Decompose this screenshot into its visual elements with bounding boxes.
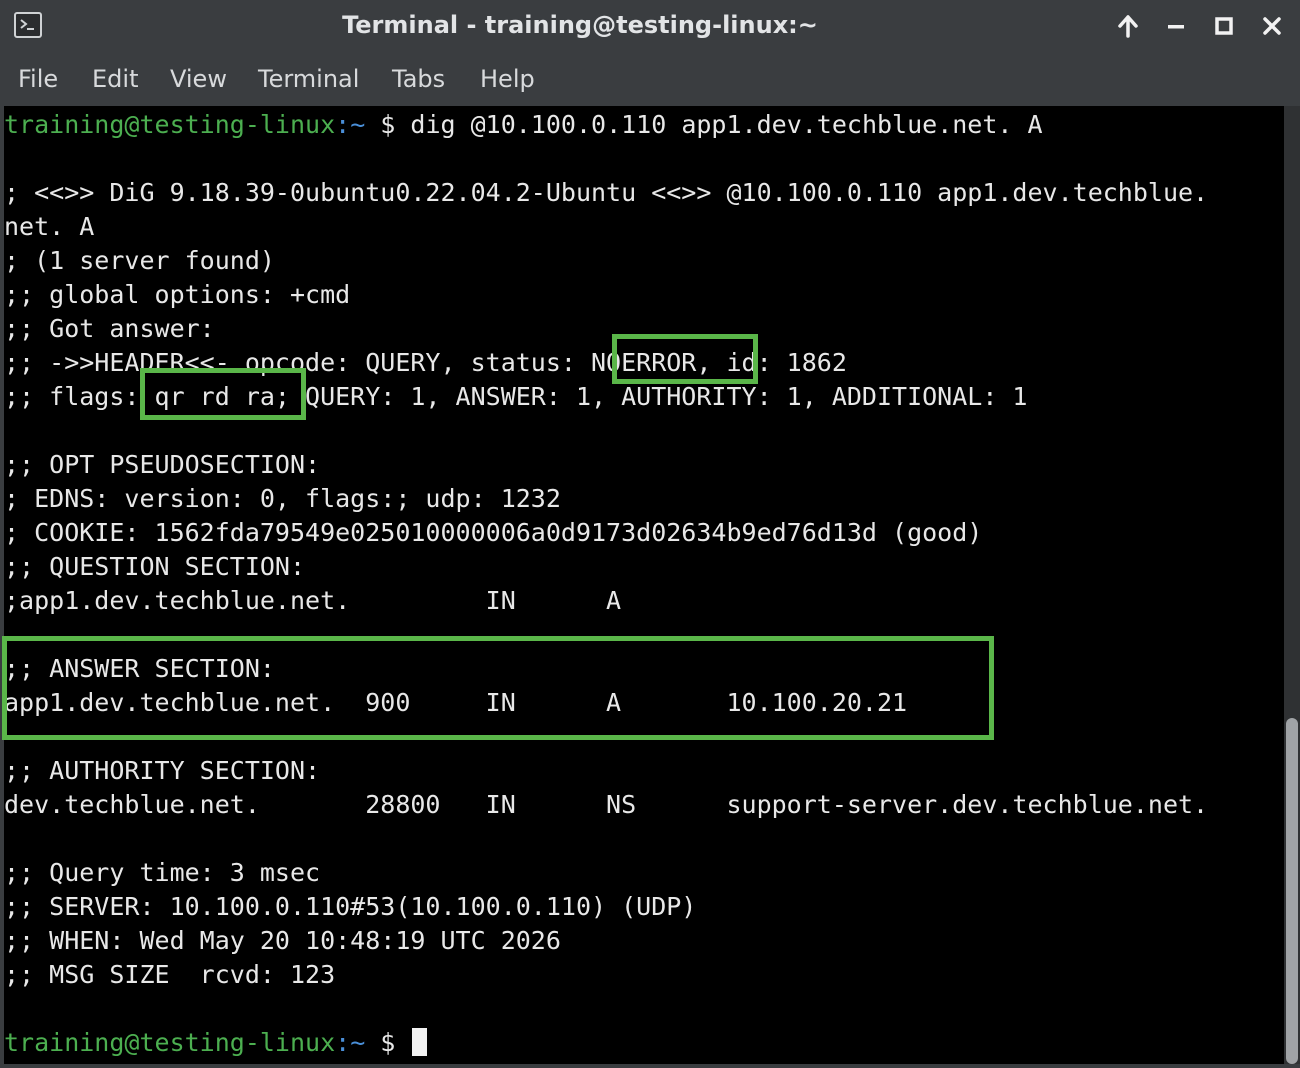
output-line: ;; Got answer: — [4, 314, 215, 343]
output-line: ;; MSG SIZE rcvd: 123 — [4, 960, 336, 989]
menu-view[interactable]: View — [170, 52, 227, 106]
output-line: ;; Query time: 3 msec — [4, 858, 321, 887]
output-line: ;; SERVER: 10.100.0.110#53(10.100.0.110)… — [4, 892, 697, 921]
window-title: Terminal - training@testing-linux:~ — [342, 11, 818, 39]
prompt-symbol: $ — [365, 110, 411, 139]
output-line: ; (1 server found) — [4, 246, 275, 275]
scrollbar[interactable] — [1284, 106, 1300, 1064]
output-line: ; EDNS: version: 0, flags:; udp: 1232 — [4, 484, 561, 513]
terminal-output[interactable]: training@testing-linux:~ $ dig @10.100.0… — [4, 106, 1284, 1064]
maximize-icon[interactable] — [1210, 12, 1238, 40]
menu-bar: File Edit View Terminal Tabs Help — [0, 52, 1300, 106]
highlight-flags — [140, 368, 306, 420]
text-cursor — [412, 1028, 428, 1056]
output-line: net. A — [4, 212, 95, 241]
arrow-up-icon[interactable] — [1114, 12, 1142, 40]
menu-file[interactable]: File — [18, 52, 58, 106]
menu-tabs[interactable]: Tabs — [392, 52, 445, 106]
prompt-line[interactable]: training@testing-linux:~ $ — [4, 1026, 428, 1060]
title-bar[interactable]: Terminal - training@testing-linux:~ — [0, 0, 1300, 52]
minimize-icon[interactable] — [1162, 12, 1190, 40]
scrollbar-thumb[interactable] — [1286, 718, 1298, 1064]
prompt-user-host: training@testing-linux — [4, 1028, 336, 1057]
output-line: ;; WHEN: Wed May 20 10:48:19 UTC 2026 — [4, 926, 561, 955]
output-line: dev.techblue.net. 28800 IN NS support-se… — [4, 790, 1209, 819]
output-line: ;; global options: +cmd — [4, 280, 351, 309]
prompt-user-host: training@testing-linux — [4, 110, 336, 139]
menu-terminal[interactable]: Terminal — [258, 52, 359, 106]
prompt-path: :~ — [335, 1028, 366, 1057]
output-line: ;; AUTHORITY SECTION: — [4, 756, 321, 785]
menu-edit[interactable]: Edit — [92, 52, 138, 106]
highlight-status-noerror — [612, 334, 758, 384]
menu-help[interactable]: Help — [480, 52, 535, 106]
output-line: ; <<>> DiG 9.18.39-0ubuntu0.22.04.2-Ubun… — [4, 178, 1209, 207]
prompt-path: :~ — [335, 110, 366, 139]
output-line: ; COOKIE: 1562fda79549e025010000006a0d91… — [4, 518, 983, 547]
prompt-symbol: $ — [365, 1028, 411, 1057]
terminal-window: Terminal - training@testing-linux:~ File… — [0, 0, 1300, 1068]
command-text: dig @10.100.0.110 app1.dev.techblue.net.… — [410, 110, 1043, 139]
output-line: ;; OPT PSEUDOSECTION: — [4, 450, 321, 479]
close-icon[interactable] — [1258, 12, 1286, 40]
command-line: training@testing-linux:~ $ dig @10.100.0… — [4, 108, 1043, 142]
highlight-answer-section — [2, 636, 994, 740]
output-line: ;; QUESTION SECTION: — [4, 552, 306, 581]
output-line: ;app1.dev.techblue.net. IN A — [4, 586, 622, 615]
